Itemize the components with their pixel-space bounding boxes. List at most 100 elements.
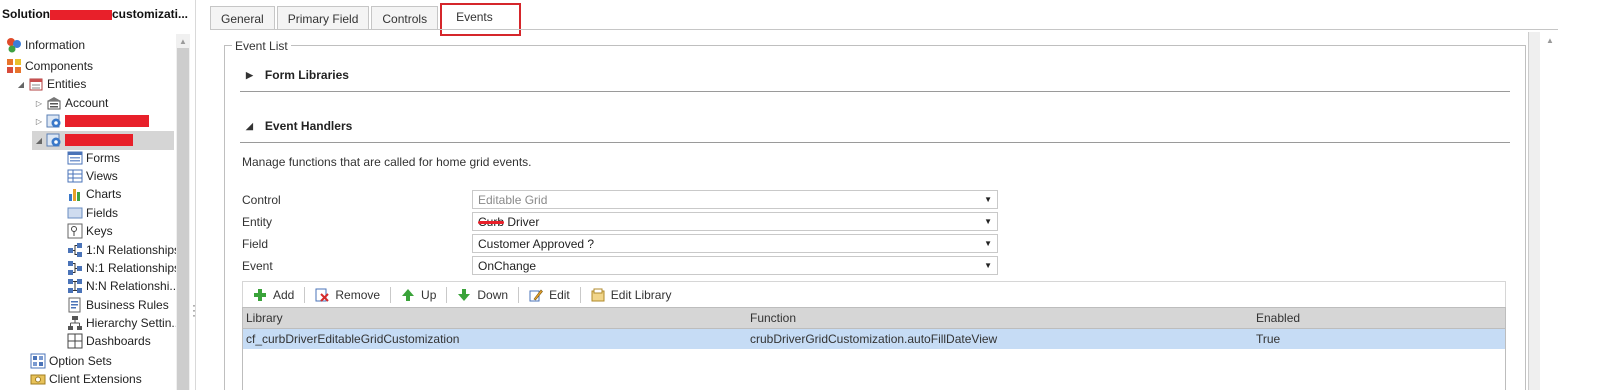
tree-scrollbar[interactable]: ▲ bbox=[176, 34, 190, 390]
section-divider bbox=[240, 91, 1510, 92]
components-icon bbox=[6, 58, 22, 74]
cell-enabled: True bbox=[1256, 332, 1281, 346]
tree-item-n1-relationships[interactable]: N:1 Relationships bbox=[67, 259, 180, 277]
redacted-text bbox=[65, 115, 149, 127]
relationship-icon bbox=[67, 260, 83, 276]
column-header-function[interactable]: Function bbox=[750, 308, 796, 328]
section-divider bbox=[240, 142, 1510, 143]
collapsed-triangle-icon[interactable]: ▶ bbox=[246, 70, 253, 81]
edit-library-button[interactable]: Edit Library bbox=[585, 285, 678, 305]
tab-controls[interactable]: Controls bbox=[371, 6, 439, 30]
option-sets-icon bbox=[30, 353, 46, 369]
handlers-toolbar: Add Remove Up Down Edit Edit Library bbox=[242, 281, 1506, 307]
account-icon bbox=[46, 95, 62, 111]
tree-item-redacted-entity[interactable]: ▷ bbox=[34, 112, 149, 130]
event-handlers-description: Manage functions that are called for hom… bbox=[242, 155, 532, 169]
client-extensions-icon bbox=[30, 371, 46, 387]
tree-item-views[interactable]: Views bbox=[67, 167, 118, 185]
business-rules-icon bbox=[67, 297, 83, 313]
expanded-arrow-icon[interactable]: ◢ bbox=[34, 136, 44, 145]
edit-icon bbox=[529, 288, 543, 302]
event-handlers-section[interactable]: ◢ Event Handlers bbox=[246, 119, 352, 133]
redacted-scribble bbox=[478, 220, 504, 224]
tree-item-account[interactable]: ▷ Account bbox=[34, 94, 108, 112]
toolbar-separator bbox=[304, 286, 306, 303]
column-header-enabled[interactable]: Enabled bbox=[1256, 308, 1300, 328]
dropdown-arrow-icon: ▼ bbox=[984, 261, 992, 270]
tree-item-entities[interactable]: ◢ Entities bbox=[16, 75, 86, 93]
information-icon bbox=[6, 37, 22, 53]
entity-row: Entity Curb Driver ▼ bbox=[242, 212, 998, 231]
scroll-up-icon[interactable]: ▲ bbox=[1546, 36, 1554, 45]
tab-events[interactable]: Events bbox=[440, 3, 521, 36]
library-icon bbox=[591, 288, 605, 302]
event-row: Event OnChange ▼ bbox=[242, 256, 998, 275]
toolbar-separator bbox=[579, 286, 581, 303]
dropdown-arrow-icon: ▼ bbox=[984, 195, 992, 204]
dropdown-arrow-icon: ▼ bbox=[984, 217, 992, 226]
tree-item-components[interactable]: Components bbox=[6, 57, 93, 75]
custom-entity-icon bbox=[46, 113, 62, 129]
cell-library: cf_curbDriverEditableGridCustomization bbox=[246, 332, 460, 346]
property-tabs: General Primary Field Controls Events bbox=[210, 3, 523, 36]
scroll-thumb[interactable] bbox=[177, 48, 189, 390]
toolbar-separator bbox=[518, 286, 520, 303]
tree-item-fields[interactable]: Fields bbox=[67, 204, 118, 222]
tree-item-1n-relationships[interactable]: 1:N Relationships bbox=[67, 241, 180, 259]
hierarchy-icon bbox=[67, 315, 83, 331]
plus-icon bbox=[253, 288, 267, 302]
edit-button[interactable]: Edit bbox=[523, 285, 576, 305]
control-row: Control Editable Grid ▼ bbox=[242, 190, 998, 209]
scroll-up-icon[interactable]: ▲ bbox=[179, 37, 187, 46]
tree-item-selected-entity[interactable]: ◢ bbox=[34, 131, 133, 149]
solution-explorer: Solution customizati... Information Compo… bbox=[0, 0, 196, 390]
entity-select[interactable]: Curb Driver ▼ bbox=[472, 212, 998, 231]
field-row: Field Customer Approved ? ▼ bbox=[242, 234, 998, 253]
tree-item-business-rules[interactable]: Business Rules bbox=[67, 296, 169, 314]
tree-item-dashboards[interactable]: Dashboards bbox=[67, 332, 151, 350]
tree-item-forms[interactable]: Forms bbox=[67, 149, 120, 167]
remove-button[interactable]: Remove bbox=[309, 285, 386, 305]
form-libraries-section[interactable]: ▶ Form Libraries bbox=[246, 68, 349, 82]
keys-icon bbox=[67, 223, 83, 239]
tab-underline bbox=[210, 29, 1558, 30]
column-header-library[interactable]: Library bbox=[246, 308, 283, 328]
tree-item-keys[interactable]: Keys bbox=[67, 222, 113, 240]
remove-icon bbox=[315, 288, 330, 302]
tab-general[interactable]: General bbox=[210, 6, 275, 30]
charts-icon bbox=[67, 186, 83, 202]
solution-title: Solution customizati... bbox=[2, 7, 189, 21]
tree-item-information[interactable]: Information bbox=[6, 36, 85, 54]
dropdown-arrow-icon: ▼ bbox=[984, 239, 992, 248]
table-row[interactable]: cf_curbDriverEditableGridCustomization c… bbox=[243, 329, 1505, 349]
expanded-triangle-icon[interactable]: ◢ bbox=[246, 121, 253, 132]
tree-item-nn-relationships[interactable]: N:N Relationshi... bbox=[67, 277, 179, 295]
field-select[interactable]: Customer Approved ? ▼ bbox=[472, 234, 998, 253]
add-button[interactable]: Add bbox=[247, 285, 300, 305]
down-button[interactable]: Down bbox=[451, 285, 514, 305]
redacted-text bbox=[65, 134, 133, 146]
content-scrollbar[interactable] bbox=[1528, 32, 1540, 390]
tree-item-client-extensions[interactable]: Client Extensions bbox=[30, 370, 142, 388]
toolbar-separator bbox=[446, 286, 448, 303]
tab-primary-field[interactable]: Primary Field bbox=[276, 6, 370, 30]
grid-header: Library Function Enabled bbox=[243, 308, 1505, 329]
event-select[interactable]: OnChange ▼ bbox=[472, 256, 998, 275]
collapsed-arrow-icon[interactable]: ▷ bbox=[34, 117, 44, 126]
dashboards-icon bbox=[67, 333, 83, 349]
tree-item-charts[interactable]: Charts bbox=[67, 185, 121, 203]
collapsed-arrow-icon[interactable]: ▷ bbox=[34, 99, 44, 108]
tree-item-option-sets[interactable]: Option Sets bbox=[30, 352, 112, 370]
event-handlers-grid: Library Function Enabled cf_curbDriverEd… bbox=[242, 307, 1506, 390]
relationship-icon bbox=[67, 278, 83, 294]
entities-icon bbox=[28, 76, 44, 92]
arrow-up-icon bbox=[401, 288, 415, 302]
up-button[interactable]: Up bbox=[395, 285, 442, 305]
pane-splitter-handle[interactable]: · · · bbox=[192, 299, 196, 321]
toolbar-separator bbox=[390, 286, 392, 303]
arrow-down-icon bbox=[457, 288, 471, 302]
views-icon bbox=[67, 168, 83, 184]
expanded-arrow-icon[interactable]: ◢ bbox=[16, 80, 26, 89]
tree-item-hierarchy-settings[interactable]: Hierarchy Settin... bbox=[67, 314, 181, 332]
control-select[interactable]: Editable Grid ▼ bbox=[472, 190, 998, 209]
